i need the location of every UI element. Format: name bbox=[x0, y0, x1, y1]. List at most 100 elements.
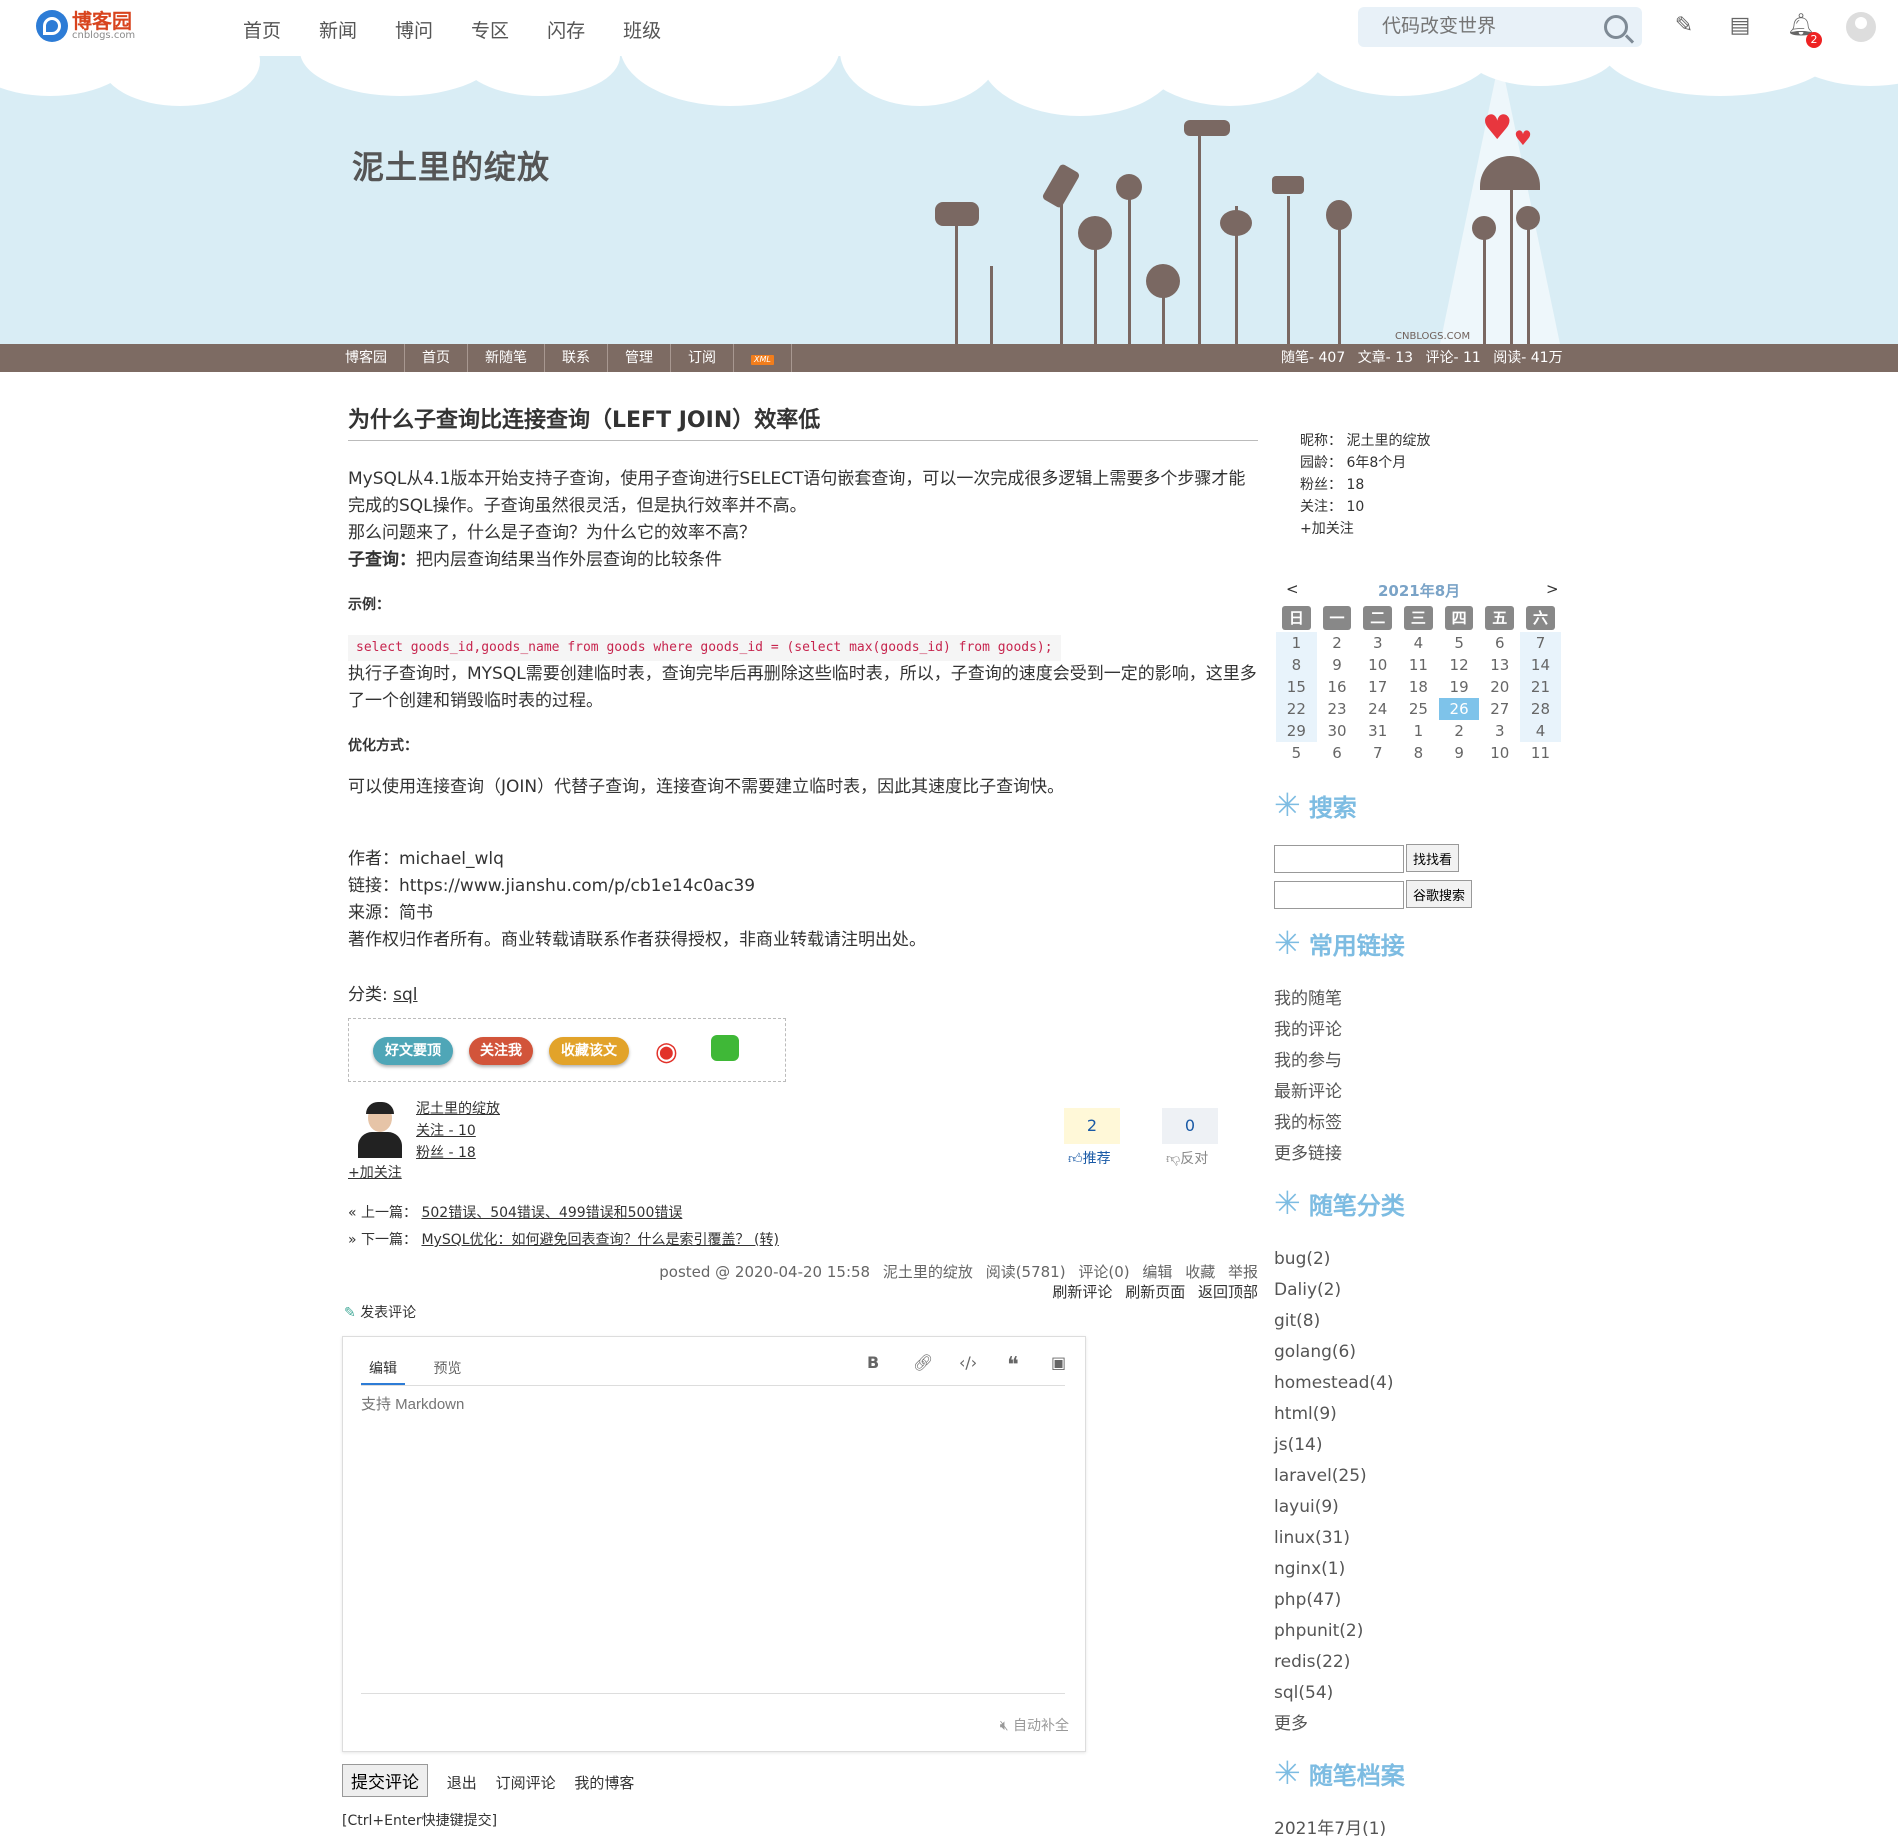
author-following-link[interactable]: 关注 - 10 bbox=[416, 1120, 500, 1142]
next-post-link[interactable]: MySQL优化：如何避免回表查询？什么是索引覆盖？ (转) bbox=[421, 1232, 778, 1248]
category-item[interactable]: laravel(25) bbox=[1274, 1461, 1393, 1492]
calendar-day[interactable]: 6 bbox=[1479, 632, 1520, 654]
calendar-day[interactable]: 1 bbox=[1398, 720, 1439, 742]
link-my-participation[interactable]: 我的参与 bbox=[1274, 1046, 1342, 1077]
comment-count[interactable]: 评论(0) bbox=[1078, 1263, 1129, 1281]
blog-title[interactable]: 泥土里的绽放 bbox=[352, 142, 550, 188]
downvote-label[interactable]: 👎︎反对 bbox=[1166, 1148, 1208, 1168]
calendar-day[interactable]: 8 bbox=[1276, 654, 1317, 676]
category-item[interactable]: redis(22) bbox=[1274, 1647, 1393, 1678]
calendar-day[interactable]: 23 bbox=[1317, 698, 1358, 720]
post-title[interactable]: 为什么子查询比连接查询（LEFT JOIN）效率低 bbox=[348, 402, 1258, 441]
upvote-count[interactable]: 2 bbox=[1064, 1108, 1120, 1144]
category-item[interactable]: js(14) bbox=[1274, 1430, 1393, 1461]
subnav-cnblogs[interactable]: 博客园 bbox=[328, 344, 405, 372]
link-icon[interactable]: 🔗︎ bbox=[913, 1353, 933, 1372]
calendar-day[interactable]: 5 bbox=[1439, 632, 1480, 654]
calendar-day[interactable]: 30 bbox=[1317, 720, 1358, 742]
link-more-links[interactable]: 更多链接 bbox=[1274, 1139, 1342, 1170]
link-my-posts[interactable]: 我的随笔 bbox=[1274, 984, 1342, 1015]
calendar-day[interactable]: 21 bbox=[1520, 676, 1561, 698]
follow-me-button[interactable]: 关注我 bbox=[469, 1037, 533, 1065]
profile-add-follow[interactable]: +加关注 bbox=[1300, 518, 1430, 540]
refresh-page-link[interactable]: 刷新页面 bbox=[1125, 1283, 1185, 1301]
wechat-icon[interactable] bbox=[711, 1035, 739, 1061]
submit-comment-button[interactable]: 提交评论 bbox=[342, 1764, 428, 1797]
category-item[interactable]: golang(6) bbox=[1274, 1337, 1393, 1368]
quote-icon[interactable]: ❝ bbox=[1007, 1353, 1019, 1378]
calendar-day[interactable]: 8 bbox=[1398, 742, 1439, 764]
calendar-day[interactable]: 7 bbox=[1357, 742, 1398, 764]
profile-follow[interactable]: 关注： 10 bbox=[1300, 496, 1430, 518]
pencil-icon[interactable]: ✎ bbox=[1672, 14, 1696, 38]
nav-home[interactable]: 首页 bbox=[243, 16, 281, 43]
calendar-day[interactable]: 4 bbox=[1520, 720, 1561, 742]
prev-post-link[interactable]: 502错误、504错误、499错误和500错误 bbox=[421, 1205, 682, 1221]
calendar-day[interactable]: 25 bbox=[1398, 698, 1439, 720]
link-latest-comments[interactable]: 最新评论 bbox=[1274, 1077, 1342, 1108]
calendar-day[interactable]: 2 bbox=[1439, 720, 1480, 742]
calendar-day[interactable]: 2 bbox=[1317, 632, 1358, 654]
my-blog-link[interactable]: 我的博客 bbox=[574, 1774, 634, 1792]
calendar-day[interactable]: 3 bbox=[1357, 632, 1398, 654]
logout-link[interactable]: 退出 bbox=[447, 1774, 477, 1792]
calendar-day[interactable]: 5 bbox=[1276, 742, 1317, 764]
calendar-day[interactable]: 9 bbox=[1439, 742, 1480, 764]
calendar-day[interactable]: 4 bbox=[1398, 632, 1439, 654]
calendar-day[interactable]: 11 bbox=[1398, 654, 1439, 676]
category-item[interactable]: Daliy(2) bbox=[1274, 1275, 1393, 1306]
calendar-day[interactable]: 14 bbox=[1520, 654, 1561, 676]
author-fans-link[interactable]: 粉丝 - 18 bbox=[416, 1142, 500, 1164]
notes-icon[interactable]: ▤ bbox=[1728, 14, 1752, 38]
category-item[interactable]: sql(54) bbox=[1274, 1678, 1393, 1709]
subnav-home[interactable]: 首页 bbox=[405, 344, 468, 372]
calendar-day[interactable]: 12 bbox=[1439, 654, 1480, 676]
google-search-button[interactable]: 谷歌搜索 bbox=[1406, 880, 1473, 908]
calendar-day[interactable]: 11 bbox=[1520, 742, 1561, 764]
subnav-rss[interactable]: XML bbox=[734, 344, 792, 372]
nav-qa[interactable]: 博问 bbox=[395, 16, 433, 43]
favorite-link[interactable]: 收藏 bbox=[1185, 1263, 1215, 1281]
subscribe-comments-link[interactable]: 订阅评论 bbox=[496, 1774, 556, 1792]
site-search-input[interactable] bbox=[1274, 845, 1404, 873]
nav-class[interactable]: 班级 bbox=[623, 16, 661, 43]
calendar-day[interactable]: 10 bbox=[1479, 742, 1520, 764]
autocomplete-toggle[interactable]: 🔇︎ 自动补全 bbox=[1000, 1715, 1069, 1735]
category-item[interactable]: linux(31) bbox=[1274, 1523, 1393, 1554]
nav-news[interactable]: 新闻 bbox=[319, 16, 357, 43]
archive-item[interactable]: 2021年7月(1) bbox=[1274, 1814, 1386, 1845]
category-item[interactable]: layui(9) bbox=[1274, 1492, 1393, 1523]
category-item[interactable]: git(8) bbox=[1274, 1306, 1393, 1337]
subnav-admin[interactable]: 管理 bbox=[608, 344, 671, 372]
calendar-day[interactable]: 16 bbox=[1317, 676, 1358, 698]
add-follow-link[interactable]: +加关注 bbox=[348, 1162, 402, 1182]
calendar-day[interactable]: 19 bbox=[1439, 676, 1480, 698]
category-item[interactable]: phpunit(2) bbox=[1274, 1616, 1393, 1647]
calendar-day[interactable]: 28 bbox=[1520, 698, 1561, 720]
calendar-day[interactable]: 18 bbox=[1398, 676, 1439, 698]
calendar-day[interactable]: 7 bbox=[1520, 632, 1561, 654]
calendar-day[interactable]: 26 bbox=[1438, 698, 1480, 720]
bold-icon[interactable]: B bbox=[867, 1353, 879, 1372]
calendar-day[interactable]: 13 bbox=[1479, 654, 1520, 676]
image-icon[interactable]: ▣ bbox=[1051, 1353, 1066, 1372]
tab-edit[interactable]: 编辑 bbox=[361, 1355, 405, 1385]
weibo-icon[interactable]: ◉ bbox=[655, 1037, 678, 1067]
category-link[interactable]: sql bbox=[393, 985, 417, 1005]
calendar-day[interactable]: 6 bbox=[1317, 742, 1358, 764]
category-item[interactable]: html(9) bbox=[1274, 1399, 1393, 1430]
calendar-day[interactable]: 24 bbox=[1357, 698, 1398, 720]
back-to-top-link[interactable]: 返回顶部 bbox=[1198, 1283, 1258, 1301]
calendar-day[interactable]: 22 bbox=[1276, 698, 1317, 720]
recommend-button[interactable]: 好文要顶 bbox=[373, 1037, 453, 1065]
calendar-day[interactable]: 10 bbox=[1357, 654, 1398, 676]
author-avatar[interactable] bbox=[352, 1100, 408, 1158]
site-search-button[interactable]: 找找看 bbox=[1406, 844, 1460, 872]
category-item[interactable]: homestead(4) bbox=[1274, 1368, 1393, 1399]
category-item[interactable]: nginx(1) bbox=[1274, 1554, 1393, 1585]
refresh-comments-link[interactable]: 刷新评论 bbox=[1052, 1283, 1112, 1301]
calendar-day[interactable]: 20 bbox=[1479, 676, 1520, 698]
nav-ing[interactable]: 闪存 bbox=[547, 16, 585, 43]
comment-textarea[interactable] bbox=[361, 1393, 1065, 1694]
calendar-day[interactable]: 9 bbox=[1317, 654, 1358, 676]
